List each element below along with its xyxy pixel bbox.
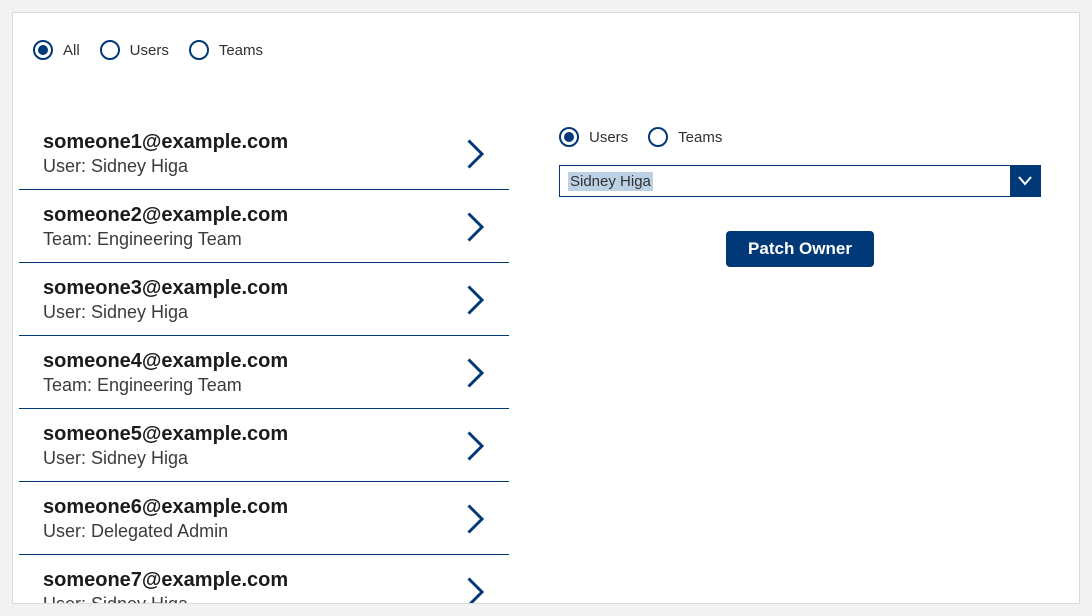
owner-select-toggle[interactable] <box>1010 166 1040 196</box>
owner-radio-users-label: Users <box>589 129 628 146</box>
queue-owner: User: Sidney Higa <box>43 594 288 603</box>
queue-owner: User: Sidney Higa <box>43 302 288 323</box>
chevron-right-icon <box>467 358 485 388</box>
radio-teams[interactable]: Teams <box>189 40 263 60</box>
chevron-right-icon <box>467 504 485 534</box>
queue-email: someone2@example.com <box>43 204 288 227</box>
list-item[interactable]: someone7@example.com User: Sidney Higa <box>19 555 509 603</box>
radio-circle-icon <box>648 127 668 147</box>
radio-users[interactable]: Users <box>100 40 169 60</box>
queue-email: someone3@example.com <box>43 277 288 300</box>
queue-owner: Team: Engineering Team <box>43 229 288 250</box>
radio-all[interactable]: All <box>33 40 80 60</box>
radio-circle-icon <box>189 40 209 60</box>
list-item[interactable]: someone5@example.com User: Sidney Higa <box>19 409 509 482</box>
owner-select-value-text: Sidney Higa <box>568 172 653 191</box>
queue-owner: User: Sidney Higa <box>43 156 288 177</box>
chevron-down-icon <box>1018 176 1032 186</box>
owner-panel: Users Teams Sidney Higa <box>509 117 1079 603</box>
queue-list-scroll[interactable]: someone1@example.com User: Sidney Higa s… <box>13 117 509 603</box>
chevron-right-icon <box>467 285 485 315</box>
owner-radio-users[interactable]: Users <box>559 127 628 147</box>
queue-owner: User: Sidney Higa <box>43 448 288 469</box>
chevron-right-icon <box>467 577 485 603</box>
chevron-right-icon <box>467 431 485 461</box>
patch-owner-button-label: Patch Owner <box>748 239 852 258</box>
list-item[interactable]: someone2@example.com Team: Engineering T… <box>19 190 509 263</box>
owner-select-value: Sidney Higa <box>560 166 1010 196</box>
owner-filter-group: Users Teams <box>559 127 1041 147</box>
chevron-right-icon <box>467 212 485 242</box>
queue-email: someone5@example.com <box>43 423 288 446</box>
radio-circle-icon <box>100 40 120 60</box>
chevron-right-icon <box>467 139 485 169</box>
queue-email: someone6@example.com <box>43 496 288 519</box>
radio-all-label: All <box>63 42 80 59</box>
top-filter-group: All Users Teams <box>13 13 1079 67</box>
queue-list-container: someone1@example.com User: Sidney Higa s… <box>13 117 509 603</box>
list-item[interactable]: someone1@example.com User: Sidney Higa <box>19 117 509 190</box>
queue-email: someone4@example.com <box>43 350 288 373</box>
list-item[interactable]: someone3@example.com User: Sidney Higa <box>19 263 509 336</box>
list-item[interactable]: someone4@example.com Team: Engineering T… <box>19 336 509 409</box>
queue-owner: User: Delegated Admin <box>43 521 288 542</box>
owner-radio-teams[interactable]: Teams <box>648 127 722 147</box>
radio-users-label: Users <box>130 42 169 59</box>
queue-email: someone7@example.com <box>43 569 288 592</box>
radio-teams-label: Teams <box>219 42 263 59</box>
radio-circle-icon <box>559 127 579 147</box>
radio-circle-icon <box>33 40 53 60</box>
queue-email: someone1@example.com <box>43 131 288 154</box>
owner-select[interactable]: Sidney Higa <box>559 165 1041 197</box>
queue-owner: Team: Engineering Team <box>43 375 288 396</box>
patch-owner-button[interactable]: Patch Owner <box>726 231 874 267</box>
owner-radio-teams-label: Teams <box>678 129 722 146</box>
list-item[interactable]: someone6@example.com User: Delegated Adm… <box>19 482 509 555</box>
